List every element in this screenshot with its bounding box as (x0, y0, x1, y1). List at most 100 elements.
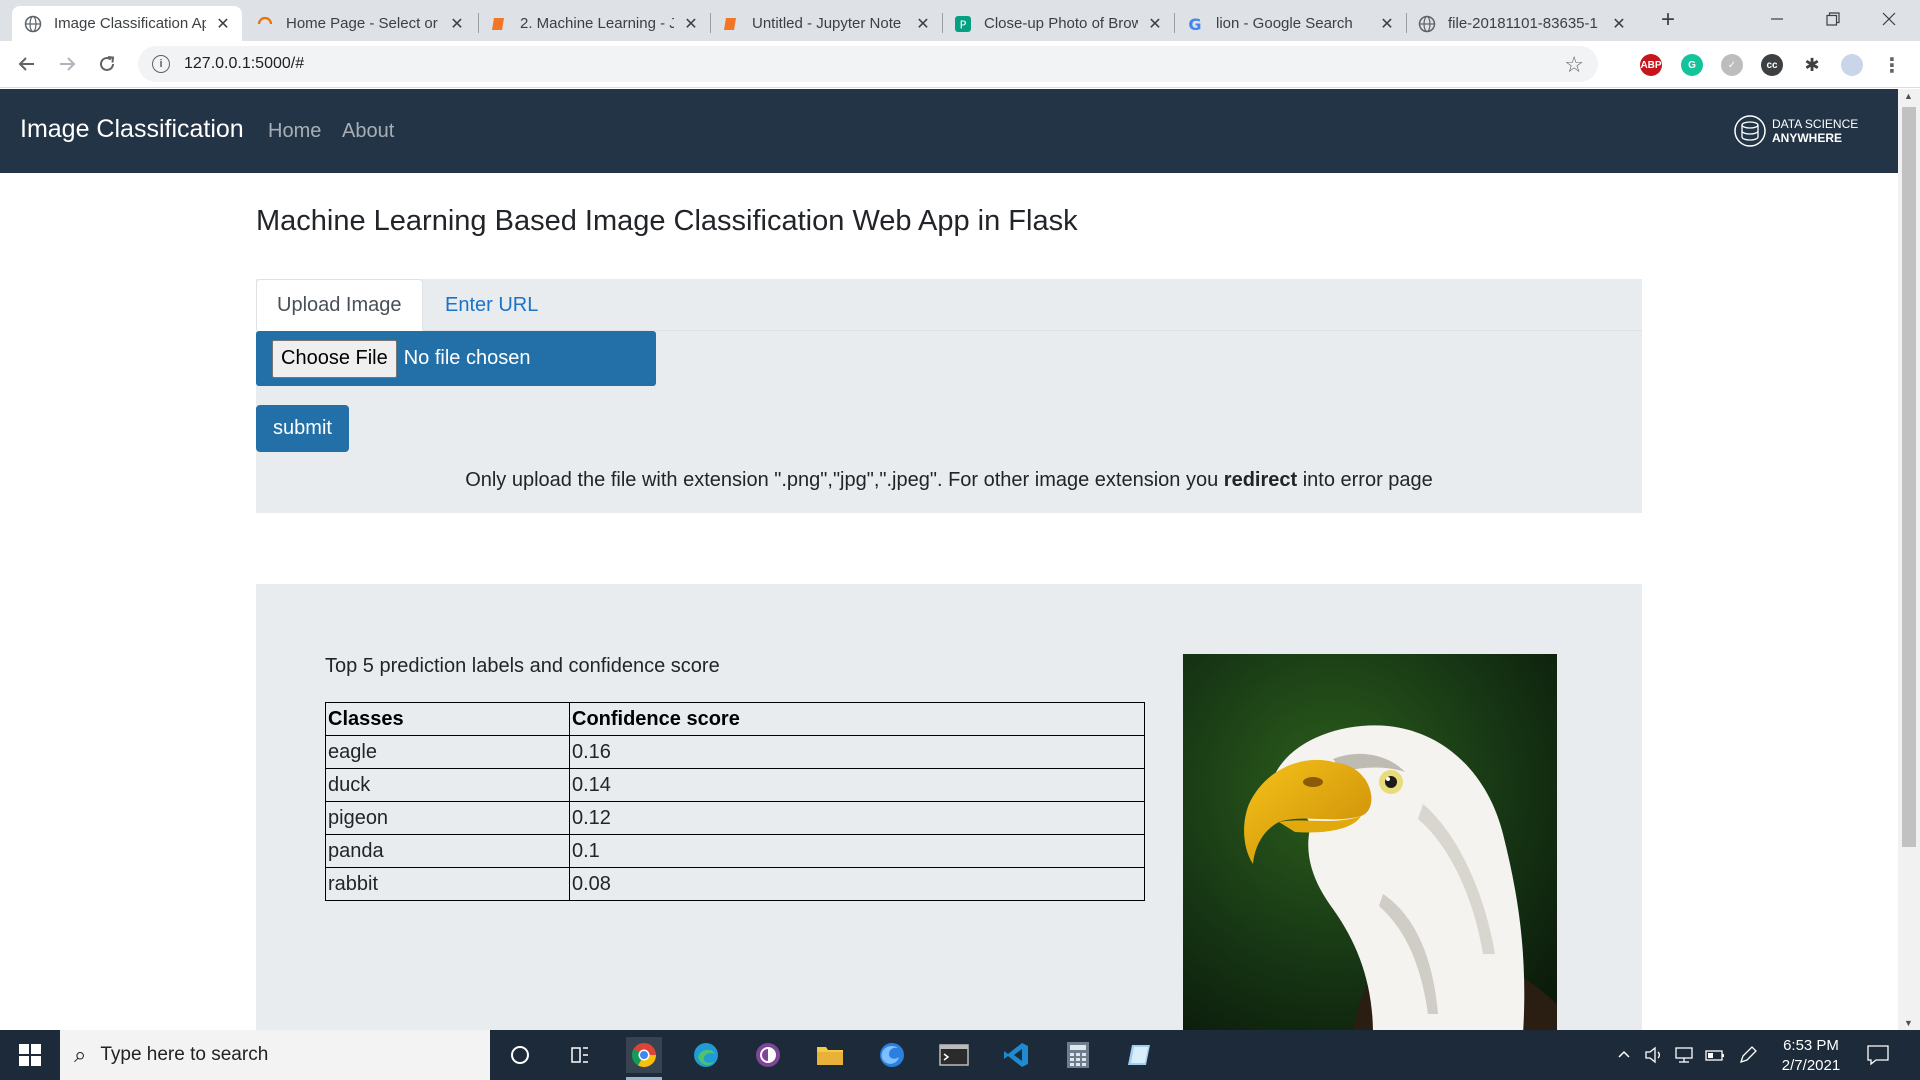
battery-icon[interactable] (1704, 1030, 1726, 1080)
nav-home-link[interactable]: Home (268, 120, 321, 143)
site-brand[interactable]: Image Classification (20, 115, 244, 144)
class-cell: eagle (325, 735, 570, 769)
app-taskbar-icon[interactable] (1122, 1037, 1158, 1073)
extension-check-icon[interactable]: ✓ (1721, 54, 1743, 76)
scrollbar-thumb[interactable] (1902, 107, 1916, 847)
browser-tab-4[interactable]: Untitled - Jupyter Note ✕ (710, 6, 942, 41)
browser-tab-7[interactable]: file-20181101-83635-1 ✕ (1406, 6, 1638, 41)
back-arrow-icon[interactable] (12, 49, 42, 79)
firefox-taskbar-icon[interactable] (874, 1037, 910, 1073)
network-icon[interactable] (1674, 1030, 1696, 1080)
tab-title: lion - Google Search (1216, 15, 1353, 32)
column-header: Classes (325, 702, 570, 736)
new-tab-button[interactable]: + (1654, 6, 1682, 34)
puzzle-icon[interactable]: ✱ (1801, 54, 1823, 76)
globe-icon (1418, 15, 1436, 33)
choose-file-button[interactable]: Choose File (272, 339, 397, 378)
upload-panel: Upload Image Enter URL Choose File No fi… (256, 279, 1642, 513)
class-cell: pigeon (325, 801, 570, 835)
dsa-logo-icon (1734, 115, 1766, 147)
reload-icon[interactable] (92, 49, 122, 79)
chrome-taskbar-icon[interactable] (626, 1037, 662, 1080)
tab-title: Untitled - Jupyter Note (752, 15, 902, 32)
score-cell: 0.1 (569, 834, 1145, 868)
page-title: Machine Learning Based Image Classificat… (256, 205, 1078, 237)
browser-tab-2[interactable]: Home Page - Select or ✕ (244, 6, 476, 41)
table-row: pigeon 0.12 (325, 801, 1145, 835)
note-text: Only upload the file with extension ".pn… (465, 469, 1224, 491)
nav-about-link[interactable]: About (342, 120, 394, 143)
close-tab-icon[interactable]: ✕ (1610, 15, 1628, 33)
clock-date: 2/7/2021 (1781, 1057, 1841, 1074)
grammarly-icon[interactable]: G (1681, 54, 1703, 76)
close-tab-icon[interactable]: ✕ (682, 15, 700, 33)
table-row: eagle 0.16 (325, 735, 1145, 769)
notifications-icon[interactable] (1866, 1030, 1890, 1080)
search-icon: ⌕ (74, 1042, 87, 1067)
tab-title: Home Page - Select or (286, 15, 438, 32)
jupyter-icon (722, 15, 740, 33)
menu-dots-icon[interactable]: ⋮ (1881, 54, 1903, 77)
vscode-taskbar-icon[interactable] (998, 1037, 1034, 1073)
browser-tab-5[interactable]: P Close-up Photo of Brow ✕ (942, 6, 1174, 41)
globe-icon (24, 15, 42, 33)
scroll-up-icon[interactable]: ▲ (1904, 91, 1913, 101)
terminal-taskbar-icon[interactable] (936, 1037, 972, 1073)
tab-title: file-20181101-83635-1 (1448, 15, 1598, 32)
clock-time: 6:53 PM (1783, 1037, 1839, 1054)
windows-taskbar: ⌕ Type here to search 6:53 PM 2/7/2021 (0, 1030, 1920, 1080)
close-tab-icon[interactable]: ✕ (214, 15, 232, 33)
page-scrollbar[interactable]: ▲ ▼ (1898, 89, 1920, 1030)
svg-text:P: P (960, 18, 967, 31)
tor-taskbar-icon[interactable] (750, 1037, 786, 1073)
profile-avatar[interactable] (1841, 54, 1863, 76)
column-header: Confidence score (569, 702, 1145, 736)
svg-text:G: G (1188, 15, 1201, 33)
file-input[interactable]: Choose File No file chosen (256, 331, 656, 386)
browser-tab-3[interactable]: 2. Machine Learning - J ✕ (478, 6, 710, 41)
forward-arrow-icon[interactable] (52, 49, 82, 79)
restore-button[interactable] (1806, 0, 1860, 38)
logo-line-1: DATA SCIENCE (1772, 117, 1859, 131)
jupyter-icon (490, 15, 508, 33)
url-text: 127.0.0.1:5000/# (184, 55, 305, 72)
note-text-end: into error page (1297, 469, 1433, 491)
close-tab-icon[interactable]: ✕ (448, 15, 466, 33)
volume-icon[interactable] (1644, 1030, 1664, 1080)
browser-toolbar: i 127.0.0.1:5000/# ☆ ABP G ✓ cc ✱ ⋮ (0, 41, 1920, 88)
info-icon[interactable]: i (152, 55, 170, 73)
bookmark-star-icon[interactable]: ☆ (1564, 52, 1584, 78)
edge-taskbar-icon[interactable] (688, 1037, 724, 1073)
pen-icon[interactable] (1738, 1030, 1758, 1080)
file-explorer-icon[interactable] (812, 1037, 848, 1073)
address-bar[interactable]: i 127.0.0.1:5000/# ☆ (138, 46, 1598, 82)
system-clock[interactable]: 6:53 PM 2/7/2021 (1768, 1036, 1854, 1076)
show-hidden-icons[interactable] (1616, 1030, 1632, 1080)
windows-start-button[interactable] (0, 1030, 60, 1080)
extension-cc-icon[interactable]: cc (1761, 54, 1783, 76)
close-tab-icon[interactable]: ✕ (914, 15, 932, 33)
cortana-icon[interactable] (502, 1037, 538, 1073)
browser-tab-6[interactable]: G lion - Google Search ✕ (1174, 6, 1406, 41)
close-window-button[interactable] (1862, 0, 1916, 38)
taskbar-search-input[interactable]: ⌕ Type here to search (60, 1030, 490, 1080)
close-tab-icon[interactable]: ✕ (1378, 15, 1396, 33)
task-view-icon[interactable] (562, 1037, 598, 1073)
tab-enter-url[interactable]: Enter URL (425, 279, 558, 331)
table-row: panda 0.1 (325, 834, 1145, 868)
tab-upload-image[interactable]: Upload Image (256, 279, 423, 331)
page-viewport: Image Classification Home About DATA SCI… (0, 89, 1898, 1030)
browser-tab-1[interactable]: Image Classification Ap ✕ (12, 6, 242, 41)
calculator-taskbar-icon[interactable] (1060, 1037, 1096, 1073)
pexels-icon: P (954, 15, 972, 33)
close-tab-icon[interactable]: ✕ (1146, 15, 1164, 33)
table-row: duck 0.14 (325, 768, 1145, 802)
eagle-photo (1183, 654, 1557, 1030)
submit-button[interactable]: submit (256, 405, 349, 452)
minimize-button[interactable] (1750, 0, 1804, 38)
google-icon: G (1186, 15, 1204, 33)
table-row: rabbit 0.08 (325, 867, 1145, 901)
table-header-row: Classes Confidence score (325, 702, 1145, 736)
scroll-down-icon[interactable]: ▼ (1904, 1018, 1913, 1028)
adblock-icon[interactable]: ABP (1640, 54, 1662, 76)
